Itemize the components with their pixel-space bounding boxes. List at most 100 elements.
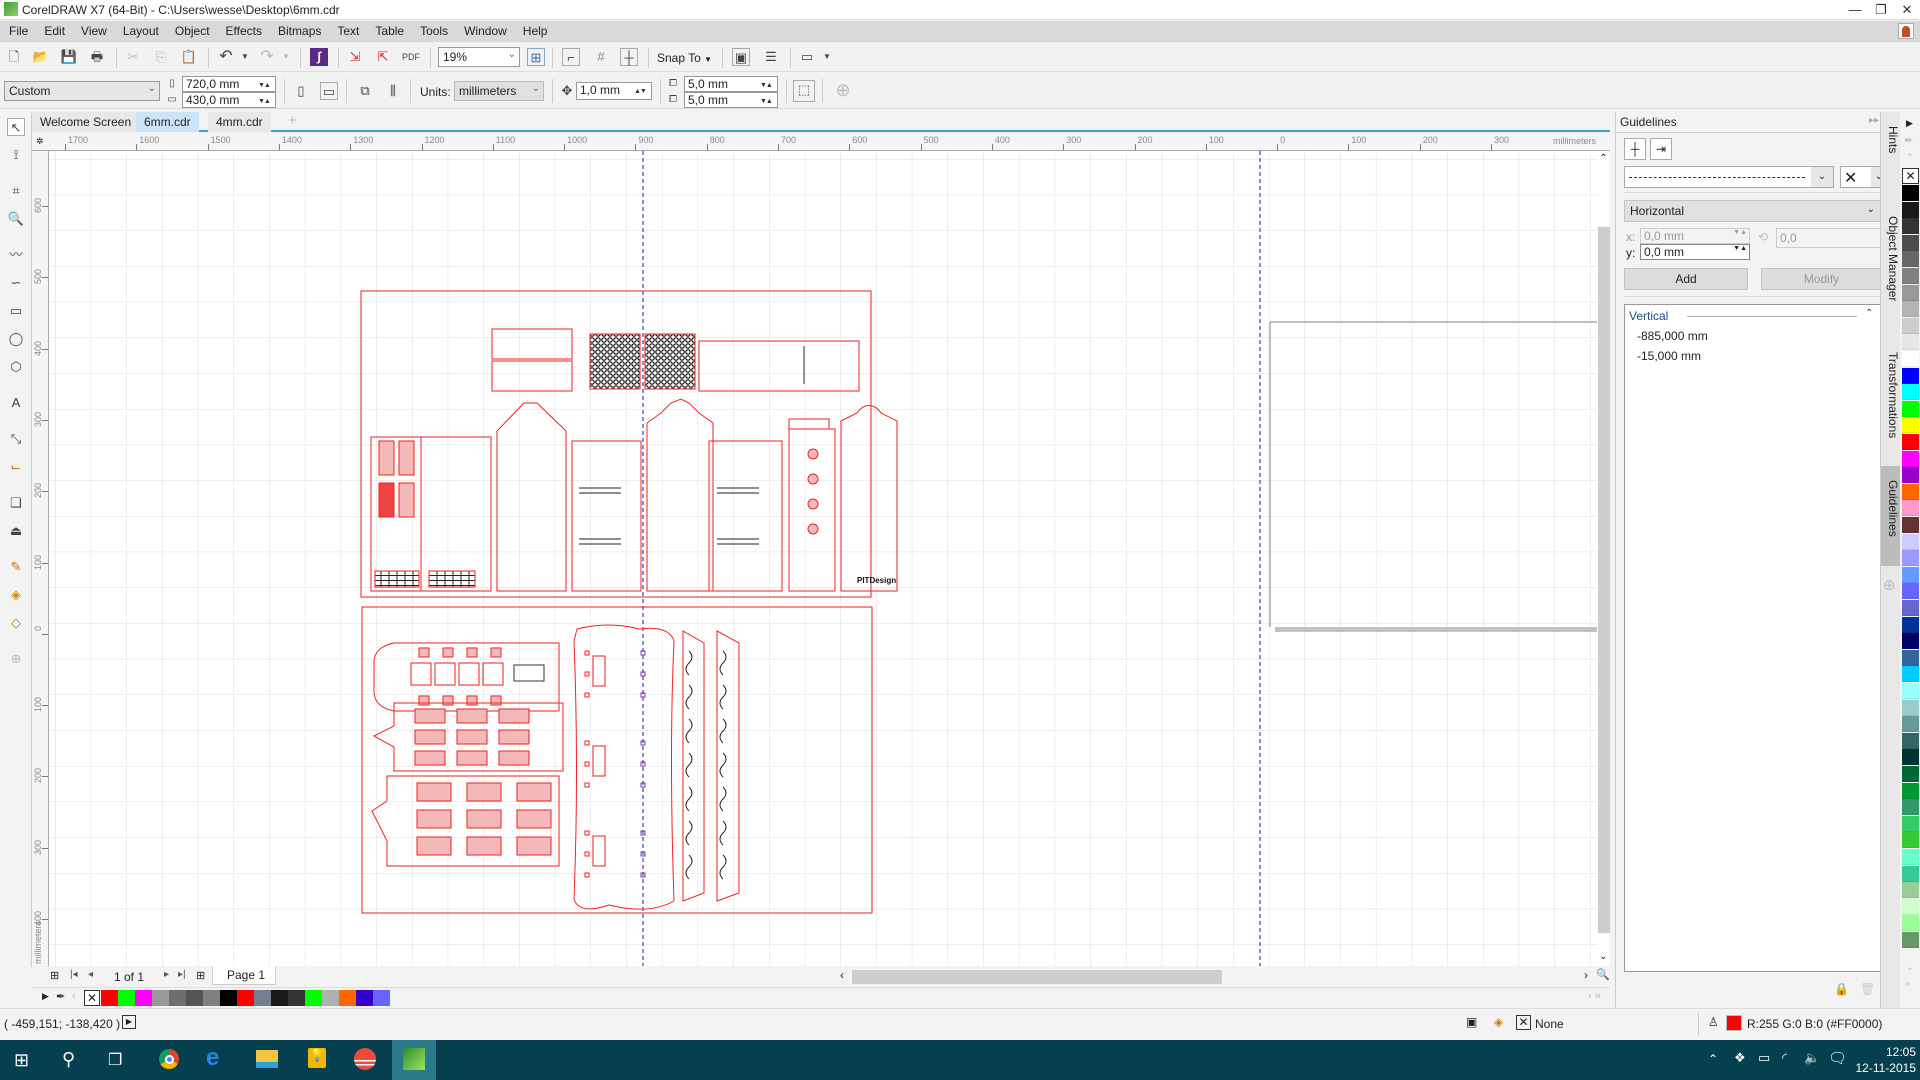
palette-swatch[interactable] bbox=[1902, 517, 1919, 533]
eyedropper-icon[interactable]: ✒ bbox=[56, 990, 65, 1003]
scroll-right-icon[interactable]: › bbox=[1584, 968, 1588, 982]
undo-icon[interactable]: ↶ bbox=[217, 48, 235, 66]
palette-swatch[interactable] bbox=[1902, 301, 1919, 318]
drawing-canvas[interactable]: PITDesign bbox=[49, 151, 1597, 966]
palette-swatch[interactable] bbox=[1902, 566, 1919, 583]
palette-swatch[interactable] bbox=[1902, 932, 1919, 948]
polygon-tool-icon[interactable]: ⬡ bbox=[7, 358, 25, 376]
export-pdf-icon[interactable]: PDF bbox=[402, 48, 420, 66]
ellipse-tool-icon[interactable]: ◯ bbox=[7, 330, 25, 348]
palette-menu-icon[interactable]: ▶ bbox=[42, 991, 49, 1002]
vertical-scroll-thumb[interactable] bbox=[1598, 227, 1610, 933]
palette-swatch[interactable] bbox=[1902, 317, 1919, 334]
no-color-swatch[interactable]: ✕ bbox=[84, 990, 100, 1006]
tab-hints[interactable]: Hints bbox=[1881, 112, 1900, 192]
tab-transformations[interactable]: Transformations bbox=[1881, 338, 1900, 468]
zoom-fit-icon[interactable]: ⊞ bbox=[527, 48, 545, 66]
menu-help[interactable]: Help bbox=[514, 21, 555, 38]
palette-swatch[interactable] bbox=[118, 990, 135, 1006]
palette-swatch[interactable] bbox=[1902, 234, 1919, 251]
ruler-origin-icon[interactable]: ✲ bbox=[36, 136, 44, 147]
palette-swatch[interactable] bbox=[322, 990, 339, 1006]
chevron-down-icon[interactable]: ▼ bbox=[818, 48, 836, 66]
menu-effects[interactable]: Effects bbox=[217, 21, 269, 38]
palette-swatch[interactable] bbox=[1902, 533, 1919, 550]
zoom-level-dropdown[interactable]: 19% ⌄ bbox=[438, 47, 520, 67]
palette-swatch[interactable] bbox=[152, 990, 169, 1006]
freehand-tool-icon[interactable]: 〰 bbox=[7, 246, 25, 264]
no-color-swatch[interactable]: ✕ bbox=[1902, 168, 1919, 184]
menu-table[interactable]: Table bbox=[366, 21, 411, 38]
palette-swatch[interactable] bbox=[1902, 766, 1919, 782]
drop-shadow-tool-icon[interactable]: ❏ bbox=[7, 494, 25, 512]
palette-swatch[interactable] bbox=[1902, 898, 1919, 915]
zoom-tool-icon[interactable]: 🔍 bbox=[7, 210, 25, 228]
paste-icon[interactable]: 📋 bbox=[180, 48, 198, 66]
palette-swatch[interactable] bbox=[186, 990, 203, 1006]
palette-swatch[interactable] bbox=[1902, 732, 1919, 749]
add-docker-icon[interactable]: ⊕ bbox=[1883, 576, 1896, 594]
palette-swatch[interactable] bbox=[288, 990, 305, 1006]
scroll-up-icon[interactable]: ⌃ bbox=[1597, 153, 1610, 164]
dropbox-icon[interactable]: ❖ bbox=[1734, 1050, 1746, 1066]
palette-swatch[interactable] bbox=[1902, 716, 1919, 733]
app-launcher-icon[interactable]: ☰ bbox=[762, 48, 780, 66]
palette-swatch[interactable] bbox=[220, 990, 237, 1006]
coreldraw-taskbar-button[interactable] bbox=[392, 1040, 436, 1080]
menu-edit[interactable]: Edit bbox=[35, 21, 72, 38]
palette-swatch[interactable] bbox=[1902, 832, 1919, 849]
spinner-arrows[interactable]: ▼▲ bbox=[258, 94, 274, 106]
palette-swatch[interactable] bbox=[1902, 384, 1919, 401]
eyedropper-icon[interactable]: ✒ bbox=[1904, 134, 1913, 147]
palette-swatch[interactable] bbox=[373, 990, 390, 1006]
smart-fill-tool-icon[interactable]: ◇ bbox=[7, 614, 25, 632]
guide-type-dropdown[interactable]: Horizontal ⌄ bbox=[1624, 200, 1882, 222]
menu-bitmaps[interactable]: Bitmaps bbox=[269, 21, 328, 38]
copy-icon[interactable]: ⎘ bbox=[152, 48, 170, 66]
palette-swatch[interactable] bbox=[1902, 583, 1919, 600]
palette-swatch[interactable] bbox=[1902, 915, 1919, 932]
portrait-icon[interactable]: ▯ bbox=[292, 82, 310, 100]
guide-x-input[interactable]: 0,0 mm ▼▲ bbox=[1640, 228, 1750, 244]
palette-swatch[interactable] bbox=[1902, 434, 1919, 450]
units-dropdown[interactable]: millimeters ⌄ bbox=[454, 81, 544, 101]
palette-menu-icon[interactable]: ▶ bbox=[1906, 118, 1913, 129]
menu-tools[interactable]: Tools bbox=[411, 21, 455, 38]
search-icon[interactable]: ⚲ bbox=[62, 1049, 75, 1070]
new-tab-icon[interactable]: + bbox=[280, 112, 305, 132]
tab-welcome-screen[interactable]: Welcome Screen bbox=[32, 112, 140, 132]
interactive-fill-tool-icon[interactable]: ◈ bbox=[7, 586, 25, 604]
palette-scroll-right-icon[interactable]: › » bbox=[1588, 990, 1601, 1002]
fill-icon[interactable]: ◈ bbox=[1494, 1015, 1503, 1029]
user-account-icon[interactable] bbox=[1898, 23, 1914, 39]
redo-dropdown-icon[interactable]: ▼ bbox=[277, 48, 295, 66]
treat-as-filled-icon[interactable]: ⬚ bbox=[793, 80, 815, 102]
document-color-settings-icon[interactable]: ▣ bbox=[1466, 1015, 1477, 1029]
add-page-after-icon[interactable]: ⊞ bbox=[196, 969, 205, 982]
palette-swatch[interactable] bbox=[1902, 417, 1919, 434]
show-hidden-icons[interactable]: ⌃ bbox=[1708, 1052, 1718, 1066]
lock-icon[interactable]: 🔒 bbox=[1834, 982, 1849, 996]
horizontal-ruler[interactable]: ✲ 1700 1600 1500 1400 1300 1200 1100 1000 900 800… bbox=[32, 134, 1610, 151]
current-page-icon[interactable]: ⫼ bbox=[384, 82, 402, 100]
cut-icon[interactable]: ✂ bbox=[124, 48, 142, 66]
guidelines-list[interactable]: Vertical ⌃ -885,000 mm -15,000 mm bbox=[1624, 304, 1882, 972]
guideline-item[interactable]: -15,000 mm bbox=[1637, 349, 1701, 363]
zoom-navigator-icon[interactable]: 🔍 bbox=[1596, 968, 1610, 981]
palette-swatch[interactable] bbox=[135, 990, 152, 1006]
color-eyedropper-tool-icon[interactable]: ✎ bbox=[7, 558, 25, 576]
tab-6mm-cdr[interactable]: 6mm.cdr bbox=[136, 112, 199, 132]
spinner-arrows[interactable]: ▲▼ bbox=[634, 84, 650, 96]
spinner-arrows[interactable]: ▼▲ bbox=[760, 78, 776, 90]
next-page-icon[interactable]: ▸ bbox=[164, 969, 169, 980]
menu-window[interactable]: Window bbox=[455, 21, 514, 38]
palette-swatch[interactable] bbox=[1902, 683, 1919, 699]
import-icon[interactable]: ⇲ bbox=[346, 48, 364, 66]
menu-object[interactable]: Object bbox=[166, 21, 217, 38]
spinner-arrows[interactable]: ▼▲ bbox=[760, 94, 776, 106]
start-icon[interactable]: ⊞ bbox=[14, 1050, 29, 1071]
palette-swatch[interactable] bbox=[1902, 616, 1919, 633]
palette-swatch[interactable] bbox=[1902, 218, 1919, 235]
duplicate-y-input[interactable]: 5,0 mm ▼▲ bbox=[684, 92, 778, 108]
artistic-media-tool-icon[interactable]: ∽ bbox=[7, 274, 25, 292]
